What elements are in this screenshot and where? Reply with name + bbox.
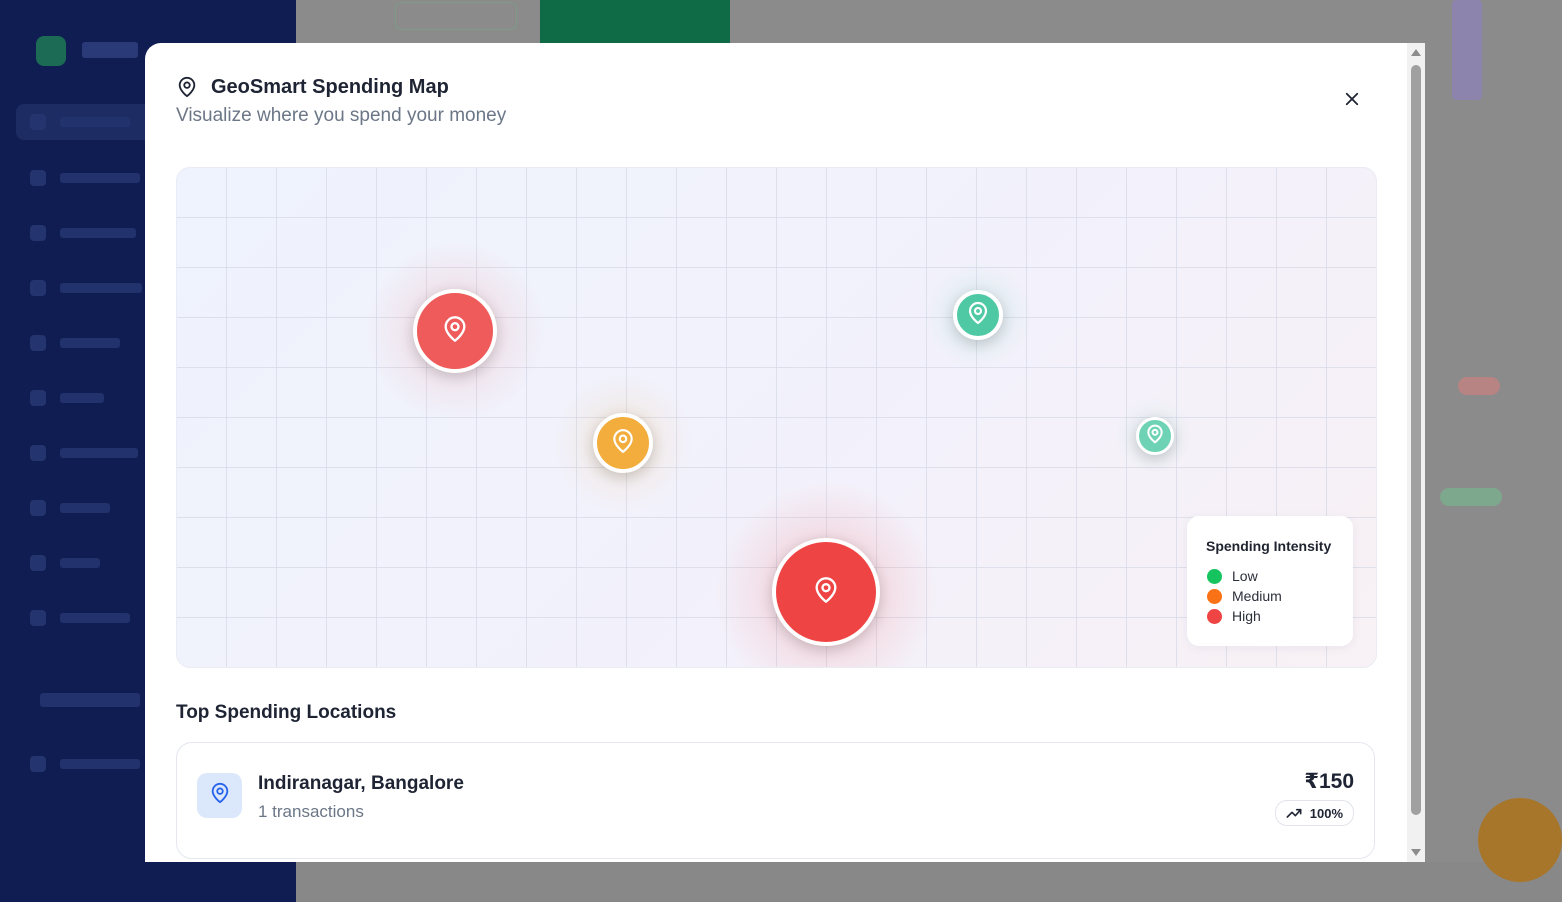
trending-up-icon: [1286, 807, 1302, 819]
background-chart: [1452, 0, 1482, 100]
modal-scrollbar[interactable]: [1407, 43, 1425, 862]
map-marker-high[interactable]: [413, 289, 497, 373]
spending-map-modal: GeoSmart Spending Map Visualize where yo…: [145, 43, 1407, 862]
legend-item-medium: Medium: [1207, 587, 1282, 605]
map-pin-icon: [966, 299, 990, 332]
legend-dot-high: [1207, 608, 1222, 624]
background-fab: [1478, 798, 1562, 882]
location-percent-badge: 100%: [1274, 800, 1354, 826]
location-transactions: 1 transactions: [258, 802, 364, 821]
modal-title: GeoSmart Spending Map: [211, 76, 449, 98]
map-marker-low-small[interactable]: [1136, 417, 1174, 455]
close-button[interactable]: [1338, 87, 1366, 115]
map-pin-icon: [209, 781, 231, 810]
legend-label: Low: [1232, 568, 1258, 584]
location-percent: 100%: [1309, 805, 1343, 821]
location-icon-box: [197, 773, 242, 818]
background-logo: [36, 36, 66, 66]
scroll-up-arrow-icon[interactable]: [1411, 49, 1421, 56]
map-pin-icon: [441, 313, 469, 350]
location-item[interactable]: Indiranagar, Bangalore 1 transactions ₹1…: [176, 742, 1375, 859]
legend-label: Medium: [1232, 588, 1282, 604]
map-pin-icon: [1145, 423, 1165, 450]
background-logo-text: [82, 42, 138, 58]
close-icon[interactable]: [1343, 90, 1361, 113]
legend-item-low: Low: [1207, 567, 1258, 585]
map-pin-icon: [176, 75, 198, 99]
legend-title: Spending Intensity: [1206, 538, 1332, 554]
background-button: [395, 2, 517, 30]
background-badge: [1440, 488, 1502, 506]
spending-intensity-legend: Spending Intensity Low Medium High: [1187, 516, 1353, 646]
map-marker-high-large[interactable]: [772, 538, 880, 646]
legend-dot-medium: [1207, 588, 1222, 604]
scroll-down-arrow-icon[interactable]: [1411, 849, 1421, 856]
map-pin-icon: [610, 426, 636, 461]
legend-label: High: [1232, 608, 1261, 624]
legend-item-high: High: [1207, 607, 1261, 625]
location-amount: ₹150: [1304, 770, 1354, 793]
top-locations-title: Top Spending Locations: [176, 702, 397, 723]
modal-subtitle: Visualize where you spend your money: [176, 105, 507, 126]
location-name: Indiranagar, Bangalore: [258, 773, 464, 794]
scrollbar-thumb[interactable]: [1411, 65, 1421, 815]
background-footer: [296, 862, 1562, 902]
map-marker-low[interactable]: [953, 290, 1003, 340]
map-pin-icon: [812, 574, 840, 611]
background-badge: [1458, 377, 1500, 395]
background-button: [540, 0, 730, 44]
map-marker-medium[interactable]: [593, 413, 653, 473]
legend-dot-low: [1207, 568, 1222, 584]
